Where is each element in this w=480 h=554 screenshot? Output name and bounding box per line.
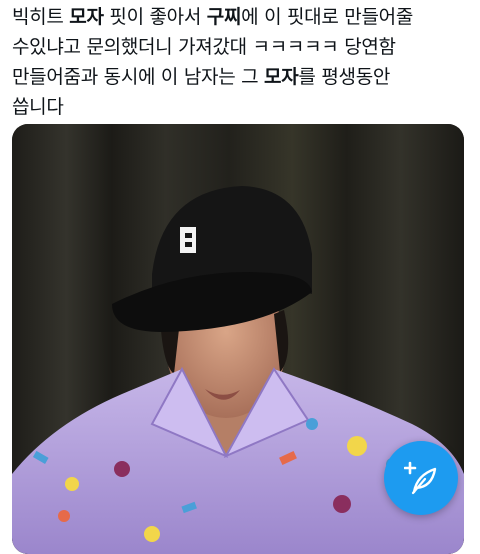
hat-emphasis-2: 모자 (264, 66, 299, 88)
compose-feather-plus-icon (404, 461, 437, 495)
tweet-text: 빅히트 모자 핏이 좋아서 구찌에 이 핏대로 만들어줄 수있냐고 문의했더니 … (12, 2, 474, 122)
hat-emphasis: 모자 (69, 6, 104, 28)
shirt-pattern (347, 436, 367, 456)
tweet-line-3: 만들어줌과 동시에 이 남자는 그 모자를 평생동안 (12, 66, 391, 88)
cap-logo (180, 227, 196, 253)
gucci-emphasis: 구찌 (206, 6, 242, 28)
compose-button[interactable] (384, 441, 458, 515)
tweet-line-2: 수있냐고 문의했더니 가져갔대 ㅋㅋㅋㅋㅋ 당연함 (12, 36, 396, 58)
tweet-line-4: 씁니다 (12, 96, 64, 118)
tweet-line-1: 빅히트 모자 핏이 좋아서 구찌에 이 핏대로 만들어줄 (12, 6, 413, 28)
